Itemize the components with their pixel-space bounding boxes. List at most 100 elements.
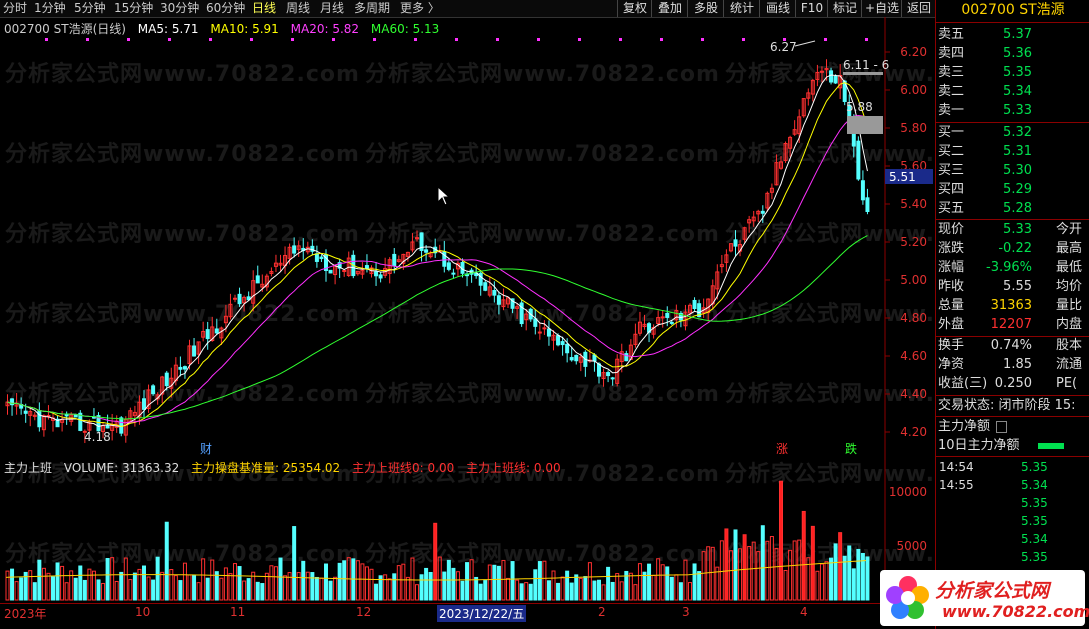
candle-body <box>592 354 597 362</box>
volume-bar <box>182 562 187 601</box>
volume-bar <box>587 562 592 601</box>
volume-bar <box>615 573 620 601</box>
finance-marker: 财 <box>200 442 212 456</box>
sell-level-1: 卖一 5.33 <box>936 102 1089 120</box>
stat-eps: 收益(三) 0.250 PE( <box>936 375 1089 393</box>
volume-bar <box>264 572 269 601</box>
signal-dot <box>742 38 745 41</box>
candle-body <box>565 343 570 354</box>
volume-value: VOLUME: 31363.32 <box>63 461 180 475</box>
volume-bar <box>815 570 820 601</box>
buy-label: 买三 <box>938 163 965 178</box>
volume-bar <box>96 579 101 601</box>
volume-bar <box>510 561 515 601</box>
volume-bar <box>660 564 665 601</box>
quote-stock-header[interactable]: 002700 ST浩源 <box>936 1 1089 20</box>
volume-bar <box>810 525 815 601</box>
volume-bar <box>296 572 301 601</box>
volume-bar <box>41 567 46 601</box>
stat-label: 外盘 <box>938 317 965 332</box>
volume-bar <box>142 565 146 601</box>
line0-label: 主力上班线0: 0.00 <box>352 461 455 475</box>
volume-bar <box>237 566 242 601</box>
stat-extra: 均价 <box>1056 279 1083 294</box>
volume-bar <box>533 569 538 601</box>
tick-row: 14:54 5.35 <box>936 459 1089 476</box>
candle-body <box>119 417 124 434</box>
volume-bar <box>242 580 247 601</box>
list-icon[interactable] <box>996 421 1007 433</box>
stat-value: 1.85 <box>1003 357 1032 372</box>
volume-bar <box>87 568 92 601</box>
tick-row: 5.34 <box>936 531 1089 548</box>
volume-axis-label: 10000 <box>889 485 927 499</box>
buy-level-4: 买四 5.29 <box>936 181 1089 199</box>
high-annotation: 6.27 <box>770 40 797 54</box>
candle-body <box>73 414 78 418</box>
volume-bar <box>73 577 78 601</box>
candle-body <box>533 318 538 327</box>
signal-dot <box>537 38 540 41</box>
volume-bar <box>633 584 638 601</box>
volume-bar <box>756 551 761 601</box>
volume-bar <box>738 548 743 601</box>
volume-bar <box>255 581 260 601</box>
volume-bar <box>856 548 861 601</box>
capital-bar <box>1038 443 1064 449</box>
volume-bar <box>337 562 342 601</box>
stat-label: 涨幅 <box>938 260 965 275</box>
signal-dot <box>45 38 48 41</box>
price-label: 5.00 <box>900 273 927 287</box>
stat-prev-close: 昨收 5.55 均价 <box>936 278 1089 296</box>
volume-bar <box>455 571 460 601</box>
stat-extra: 量比 <box>1056 298 1083 313</box>
signal-dot <box>414 38 417 41</box>
candle-body <box>374 271 379 277</box>
volume-bar <box>537 561 542 601</box>
capital-title-row[interactable]: 主力净额 <box>936 418 1089 436</box>
volume-bar <box>788 549 793 601</box>
signal-dot <box>660 38 663 41</box>
price-label: 4.80 <box>900 311 927 325</box>
buy-level-2: 买二 5.31 <box>936 143 1089 161</box>
candle-body <box>46 414 51 417</box>
volume-bar <box>155 556 160 601</box>
kline-chart[interactable]: 6.206.005.805.605.405.205.004.804.604.40… <box>0 0 935 629</box>
volume-bar <box>524 582 529 601</box>
stat-label: 昨收 <box>938 279 965 294</box>
candle-body <box>574 354 579 362</box>
volume-bar <box>619 581 624 601</box>
volume-bar <box>82 579 87 601</box>
xaxis-label: 3 <box>682 605 690 619</box>
tick-row: 5.35 <box>936 495 1089 512</box>
volume-bar <box>369 568 374 601</box>
candle-body <box>546 328 551 337</box>
volume-bar <box>287 572 292 601</box>
candle-body <box>856 140 861 180</box>
stat-label: 总量 <box>938 298 965 313</box>
volume-bar <box>110 557 115 601</box>
volume-bar <box>328 580 333 601</box>
volume-bar <box>310 572 315 601</box>
candle-body <box>760 210 765 214</box>
signal-dot <box>168 38 171 41</box>
tick-price: 5.35 <box>1021 550 1048 564</box>
volume-bar <box>383 574 388 601</box>
volume-bar <box>419 574 424 601</box>
volume-bar <box>28 570 33 601</box>
volume-bar <box>465 562 470 601</box>
volume-bar <box>665 566 670 601</box>
signal-dot <box>86 38 89 41</box>
tick-price: 5.34 <box>1021 478 1048 492</box>
volume-bar <box>273 566 278 601</box>
signal-dot <box>455 38 458 41</box>
volume-bar <box>415 584 419 601</box>
candle-body <box>164 372 169 387</box>
sell-price: 5.33 <box>1003 103 1032 118</box>
tick-price: 5.34 <box>1021 532 1048 546</box>
candle-body <box>37 410 42 428</box>
volume-bar <box>824 561 829 601</box>
signal-dot <box>619 38 622 41</box>
candle-body <box>478 272 483 286</box>
volume-bar <box>32 582 37 601</box>
